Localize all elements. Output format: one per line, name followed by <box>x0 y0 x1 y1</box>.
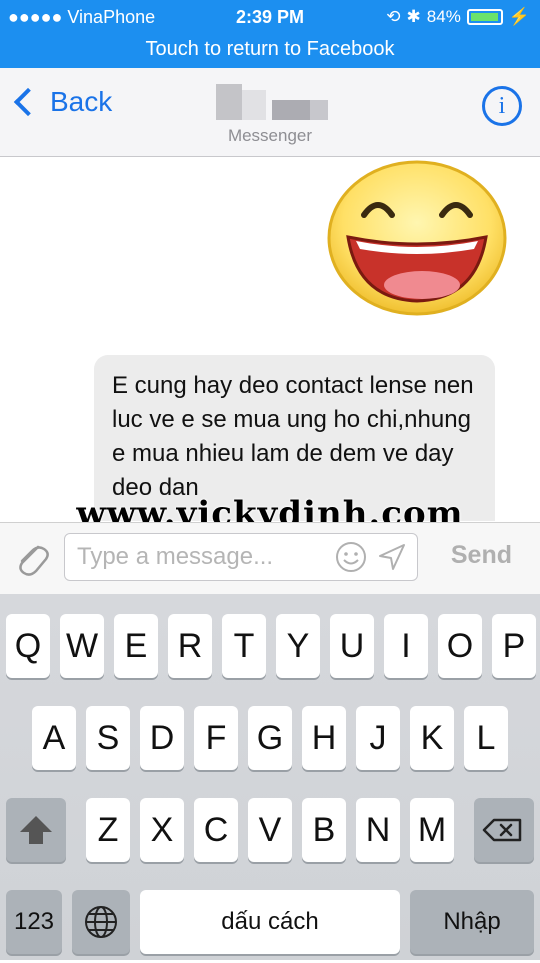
key-b[interactable]: B <box>302 798 346 862</box>
contact-name-redacted <box>216 84 328 120</box>
send-button[interactable]: Send <box>451 541 512 570</box>
backspace-key[interactable] <box>474 798 534 862</box>
key-o-label: O <box>446 627 474 665</box>
back-label: Back <box>50 86 113 117</box>
key-c-label: C <box>203 811 229 849</box>
numbers-key-label: 123 <box>13 908 55 935</box>
key-d-label: D <box>149 719 175 757</box>
key-q[interactable]: Q <box>6 614 50 678</box>
key-a[interactable]: A <box>32 706 76 770</box>
numbers-key[interactable]: 123 <box>6 890 62 954</box>
key-i-label: I <box>401 627 411 665</box>
key-x[interactable]: X <box>140 798 184 862</box>
key-a-label: A <box>42 719 66 757</box>
charging-icon: ⚡ <box>508 7 530 26</box>
key-l-label: L <box>476 719 496 757</box>
key-i[interactable]: I <box>384 614 428 678</box>
key-t-label: T <box>233 627 255 665</box>
key-n-label: N <box>365 811 391 849</box>
key-k-label: K <box>420 719 444 757</box>
conversation-area[interactable]: E cung hay deo contact lense nen luc ve … <box>0 157 540 521</box>
key-x-label: X <box>150 811 174 849</box>
key-v-label: V <box>258 811 282 849</box>
key-y[interactable]: Y <box>276 614 320 678</box>
key-d[interactable]: D <box>140 706 184 770</box>
key-f[interactable]: F <box>194 706 238 770</box>
key-r-label: R <box>177 627 203 665</box>
key-h[interactable]: H <box>302 706 346 770</box>
smiley-icon[interactable] <box>335 541 367 573</box>
key-g[interactable]: G <box>248 706 292 770</box>
status-indicators: ⟲ ✱ 84% ⚡ <box>386 7 530 27</box>
key-z-label: Z <box>97 811 119 849</box>
key-p-label: P <box>502 627 526 665</box>
key-n[interactable]: N <box>356 798 400 862</box>
backspace-icon <box>482 818 522 842</box>
key-h-label: H <box>311 719 337 757</box>
key-g-label: G <box>256 719 284 757</box>
key-u-label: U <box>339 627 365 665</box>
key-p[interactable]: P <box>492 614 536 678</box>
keyboard: Q W E R T Y U I O P A S D F G H J K L Z X C V B N M 123 dấu cách Nhậ… <box>0 594 540 960</box>
key-w-label: W <box>65 627 99 665</box>
key-s-label: S <box>96 719 120 757</box>
message-input[interactable] <box>75 542 329 572</box>
navigation-bar: Back Messenger i <box>0 68 540 157</box>
chevron-left-icon <box>13 87 43 117</box>
key-u[interactable]: U <box>330 614 374 678</box>
message-composer: Send <box>0 522 540 595</box>
nav-subtitle: Messenger <box>227 126 313 145</box>
key-j-label: J <box>369 719 387 757</box>
return-key-label: Nhập <box>443 908 501 935</box>
key-m[interactable]: M <box>410 798 454 862</box>
rotation-lock-icon: ⟲ <box>386 7 401 26</box>
key-w[interactable]: W <box>60 614 104 678</box>
space-key[interactable]: dấu cách <box>140 890 400 954</box>
laughing-face-sticker[interactable] <box>326 159 508 317</box>
shift-icon <box>20 816 52 844</box>
key-l[interactable]: L <box>464 706 508 770</box>
shift-key[interactable] <box>6 798 66 862</box>
key-s[interactable]: S <box>86 706 130 770</box>
key-e[interactable]: E <box>114 614 158 678</box>
back-button[interactable]: Back <box>12 86 112 118</box>
bluetooth-icon: ✱ <box>406 7 421 26</box>
key-z[interactable]: Z <box>86 798 130 862</box>
key-j[interactable]: J <box>356 706 400 770</box>
key-r[interactable]: R <box>168 614 212 678</box>
message-input-box[interactable] <box>64 533 418 581</box>
location-arrow-icon[interactable] <box>377 542 407 572</box>
key-t[interactable]: T <box>222 614 266 678</box>
return-to-facebook-banner[interactable]: Touch to return to Facebook <box>0 38 540 61</box>
message-text: E cung hay deo contact lense nen luc ve … <box>112 372 474 501</box>
globe-key[interactable] <box>72 890 130 954</box>
key-b-label: B <box>312 811 336 849</box>
status-bar: ●●●●● VinaPhone 2:39 PM ⟲ ✱ 84% ⚡ Touch … <box>0 0 540 68</box>
key-o[interactable]: O <box>438 614 482 678</box>
key-f-label: F <box>205 719 227 757</box>
info-button[interactable]: i <box>482 86 522 126</box>
return-key[interactable]: Nhập <box>410 890 534 954</box>
battery-icon <box>466 9 503 25</box>
globe-icon <box>85 906 117 938</box>
key-e-label: E <box>124 627 148 665</box>
key-c[interactable]: C <box>194 798 238 862</box>
key-v[interactable]: V <box>248 798 292 862</box>
info-icon: i <box>498 93 506 119</box>
key-k[interactable]: K <box>410 706 454 770</box>
key-y-label: Y <box>286 627 310 665</box>
key-m-label: M <box>417 811 447 849</box>
space-key-label: dấu cách <box>221 908 319 935</box>
paperclip-icon[interactable] <box>12 539 52 579</box>
key-q-label: Q <box>14 627 42 665</box>
battery-percent: 84% <box>426 7 461 26</box>
